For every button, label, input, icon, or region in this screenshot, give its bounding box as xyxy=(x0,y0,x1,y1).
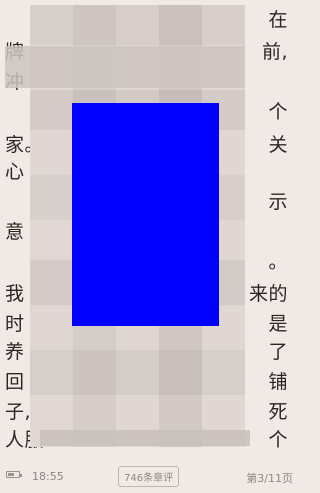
text-fragment: 我 xyxy=(5,283,25,305)
text-fragment: 在 xyxy=(268,9,288,31)
text-fragment: 来的 xyxy=(248,283,288,305)
text-fragment: 示 xyxy=(268,191,288,213)
text-fragment: 养 xyxy=(5,341,25,363)
text-fragment: 回 xyxy=(5,371,25,393)
reader-page[interactable]: 在 牌 前, 冲 个 家。 关 心 示 意 。 我 来的 时 是 养 了 回 铺… xyxy=(0,0,300,493)
chapter-comments-button[interactable]: 746条章评 xyxy=(118,466,180,487)
text-fragment: 关 xyxy=(268,134,288,156)
text-fragment: 子, xyxy=(5,401,32,423)
text-fragment: 是 xyxy=(268,313,288,335)
status-bar: 18:55 746条章评 第3/11页 xyxy=(0,460,300,493)
text-fragment: 个 xyxy=(268,429,288,451)
status-time: 18:55 xyxy=(32,470,64,483)
mosaic-band xyxy=(40,430,250,446)
text-fragment: 时 xyxy=(5,313,25,335)
blue-overlay-panel xyxy=(72,103,219,326)
text-fragment: 个 xyxy=(268,101,288,123)
text-fragment: 死 xyxy=(268,401,288,423)
text-fragment: 铺 xyxy=(268,371,288,393)
text-fragment: 了 xyxy=(268,341,288,363)
text-fragment: 心 xyxy=(5,161,25,183)
text-fragment: 前, xyxy=(261,41,288,63)
text-fragment: 。 xyxy=(268,251,288,273)
mosaic-band xyxy=(5,46,245,88)
text-fragment: 意 xyxy=(5,221,25,243)
battery-icon xyxy=(6,471,22,478)
page-indicator: 第3/11页 xyxy=(246,472,293,485)
